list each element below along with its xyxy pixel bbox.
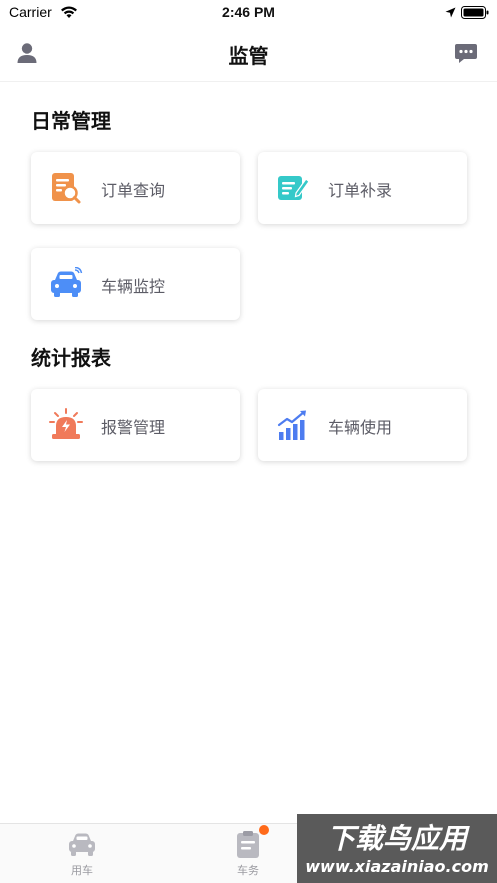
watermark: 下载鸟应用 www.xiazainiao.com [297,814,497,883]
section-title-statistics: 统计报表 [31,346,111,370]
vehicle-monitor-card[interactable]: 车辆监控 [31,248,240,320]
tab-tasks[interactable]: 车务 [208,830,288,878]
messages-button[interactable] [453,40,479,66]
location-arrow-icon [445,7,456,18]
vehicle-usage-card[interactable]: 车辆使用 [258,389,467,461]
vehicle-usage-label: 车辆使用 [328,418,393,437]
svg-text:下载鸟应用: 下载鸟应用 [327,822,470,855]
order-query-card[interactable]: 订单查询 [31,152,240,224]
vehicle-monitor-label: 车辆监控 [101,277,166,296]
chat-icon [455,44,477,63]
tab-car-label: 用车 [71,864,93,877]
nav-bar: 监管 [0,28,497,82]
order-supplement-label: 订单补录 [328,181,393,200]
battery-icon [461,6,489,19]
alarm-management-card[interactable]: 报警管理 [31,389,240,461]
app-screen: Carrier 2:46 PM 监管 日常管理 订单查询 订单补录 车辆监控 统… [0,0,497,883]
order-query-label: 订单查询 [101,181,166,200]
order-supplement-icon [278,176,310,200]
car-monitor-icon [51,267,83,297]
order-search-icon [52,173,81,204]
tab-tasks-label: 车务 [237,864,259,877]
svg-text:www.xiazainiao.com: www.xiazainiao.com [305,857,488,876]
tab-car[interactable]: 用车 [42,830,122,878]
page-title: 监管 [228,44,269,68]
alarm-management-label: 报警管理 [101,418,166,437]
clock: 2:46 PM [222,4,275,20]
watermark-graphic: 下载鸟应用 www.xiazainiao.com [305,822,488,876]
clipboard-icon [237,831,259,858]
notification-badge [259,825,269,835]
car-icon [69,833,95,856]
section-title-daily-management: 日常管理 [31,109,111,133]
status-bar: Carrier 2:46 PM [0,0,497,28]
alarm-icon [49,408,83,439]
vehicle-usage-chart-icon [277,410,306,440]
order-supplement-card[interactable]: 订单补录 [258,152,467,224]
